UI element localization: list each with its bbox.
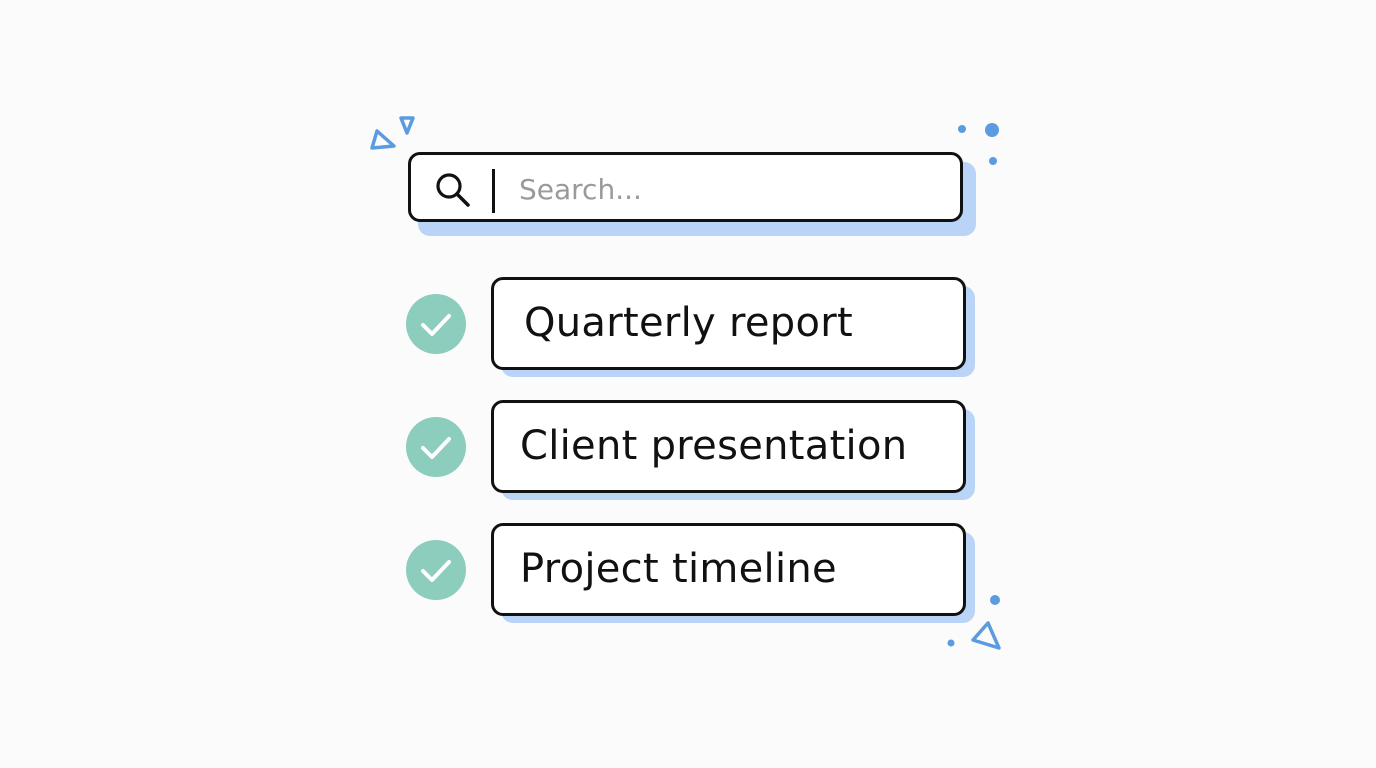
task-label: Client presentation [520, 423, 908, 469]
checkbox-checked[interactable] [406, 294, 466, 354]
task-label: Quarterly report [524, 300, 853, 346]
dot-decoration [985, 123, 999, 137]
dot-decoration [990, 595, 1000, 605]
list-item: Client presentation [406, 400, 976, 500]
decorative-shapes [370, 116, 1001, 650]
checkbox-checked[interactable] [406, 417, 466, 477]
list-item: Quarterly report [406, 277, 976, 377]
task-card[interactable]: Project timeline [491, 523, 966, 616]
triangle-decoration [370, 129, 396, 150]
checkbox-checked[interactable] [406, 540, 466, 600]
check-icon [421, 437, 451, 459]
list-item: Project timeline [406, 523, 976, 623]
text-cursor [492, 169, 495, 213]
dot-decoration [989, 157, 997, 165]
dot-decoration [958, 125, 966, 133]
triangle-decoration [971, 621, 1001, 650]
task-card[interactable]: Quarterly report [491, 277, 966, 370]
task-search-widget: Quarterly report Client presentation Pro… [0, 0, 1376, 768]
triangle-decoration [399, 116, 415, 135]
task-label: Project timeline [520, 546, 837, 592]
search-bar[interactable] [408, 152, 963, 222]
check-icon [421, 560, 451, 582]
dot-decoration [947, 639, 955, 647]
search-icon [436, 173, 470, 207]
search-input[interactable] [519, 165, 939, 213]
task-card[interactable]: Client presentation [491, 400, 966, 493]
check-icon [421, 314, 451, 336]
